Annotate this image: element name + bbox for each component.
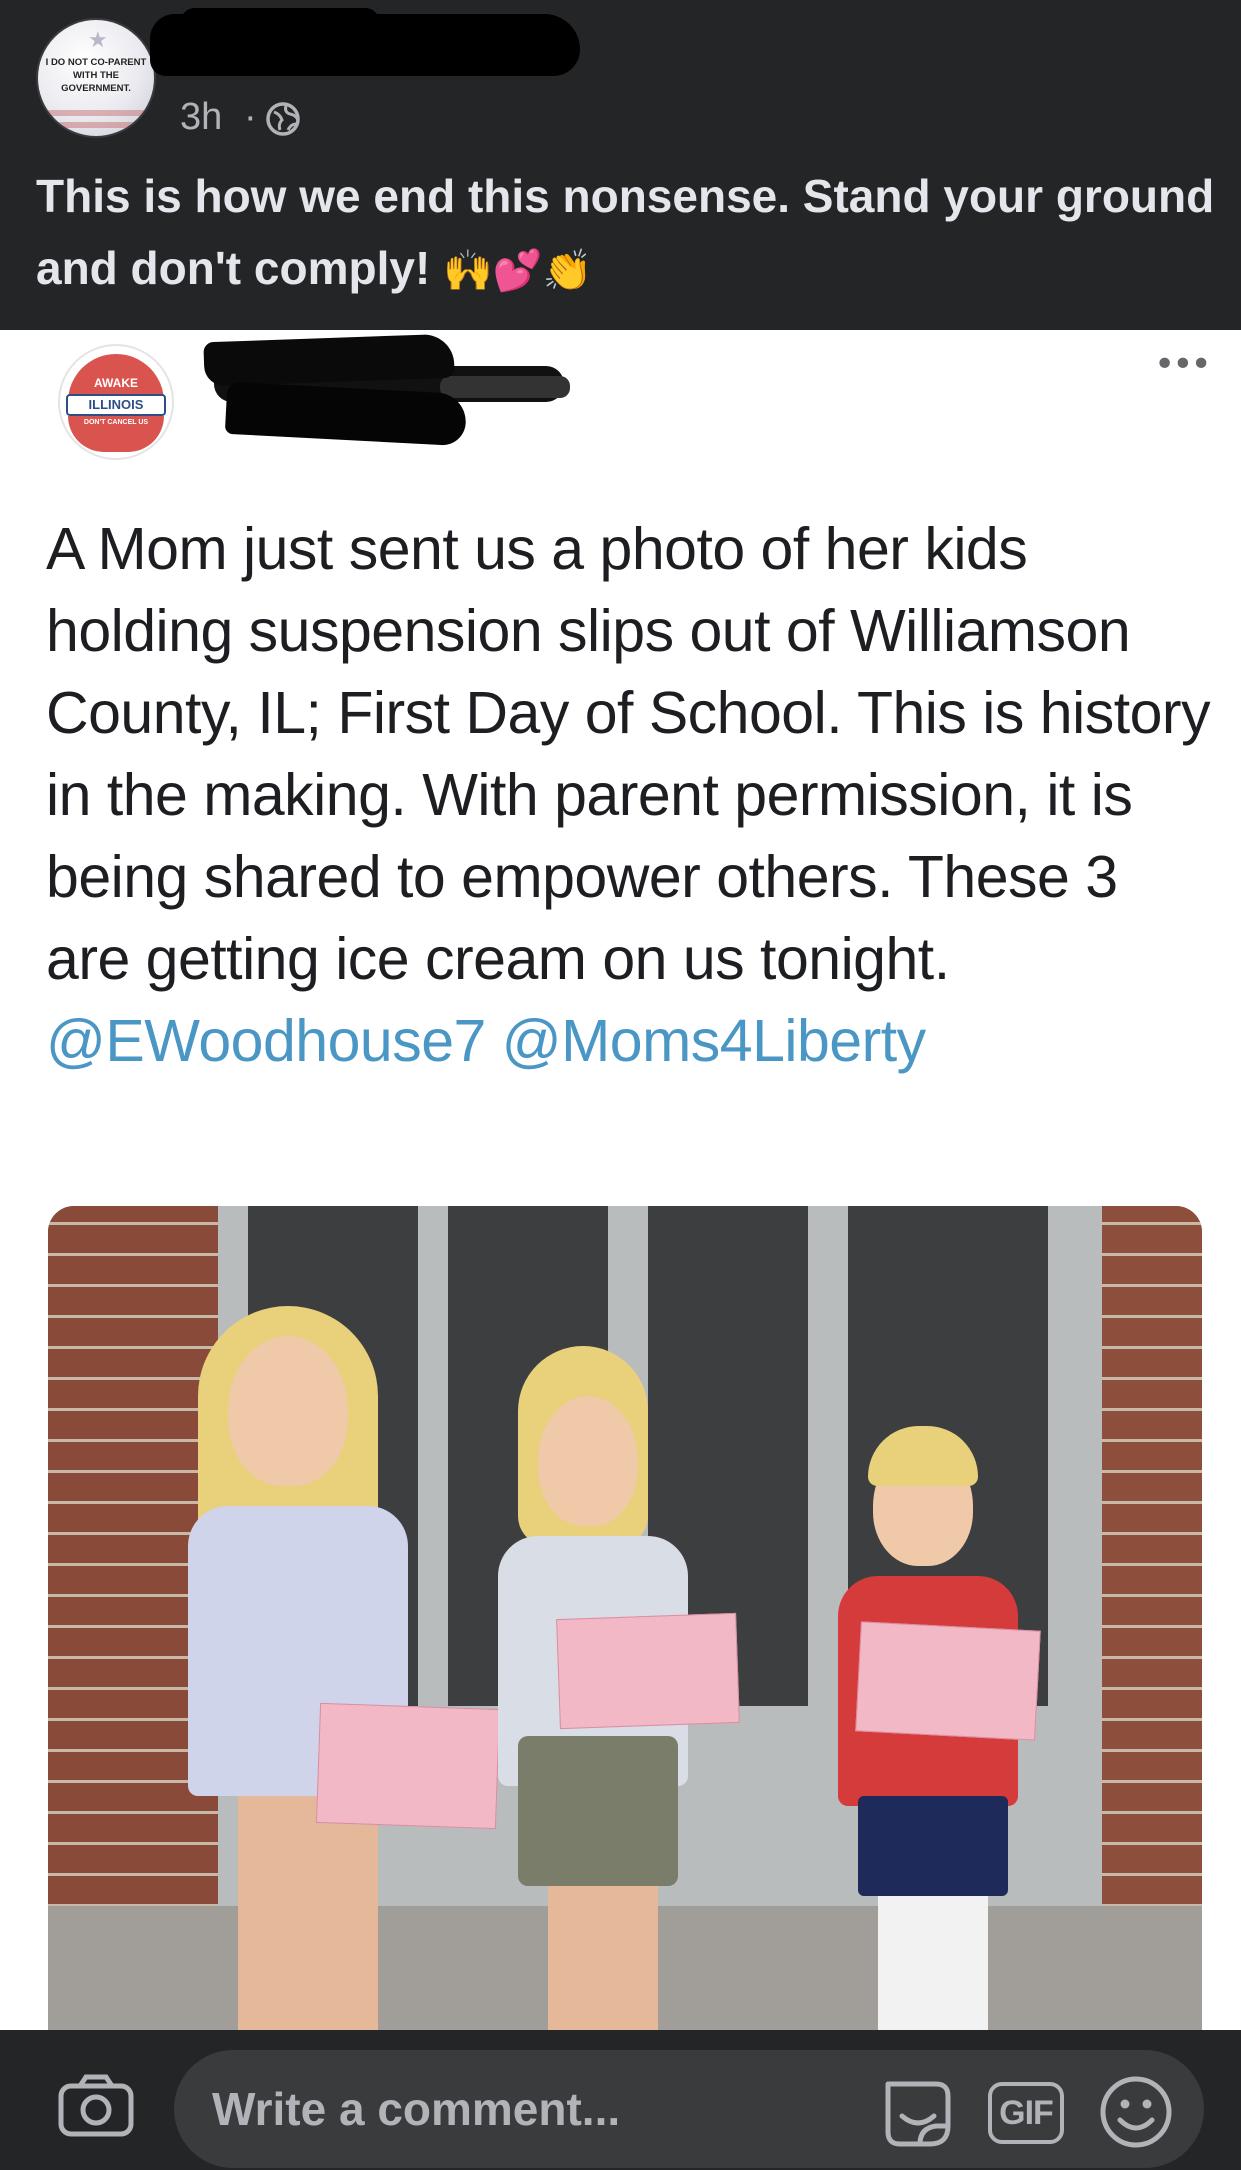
- gif-icon[interactable]: GIF: [988, 2082, 1064, 2144]
- two-hearts-icon: 💕: [492, 248, 543, 294]
- child-head: [228, 1336, 348, 1486]
- photo-brick-wall: [1102, 1206, 1202, 1966]
- redaction-mark: [224, 381, 468, 447]
- emoji-icon[interactable]: [1098, 2074, 1174, 2150]
- child-skirt: [518, 1736, 678, 1886]
- child-legs: [878, 1896, 988, 2030]
- suspension-slip: [556, 1612, 740, 1730]
- suspension-slip: [855, 1621, 1041, 1741]
- redacted-author-name: [150, 14, 580, 76]
- post-photo[interactable]: [48, 1206, 1202, 2030]
- separator-dot: ·: [244, 96, 257, 138]
- sticker-icon[interactable]: [880, 2074, 956, 2150]
- child-legs: [238, 1796, 378, 2030]
- child-legs: [548, 1886, 658, 2030]
- logo-text-bottom: DON'T CANCEL US: [83, 419, 149, 426]
- comment-bar: Write a comment... GIF: [0, 2030, 1241, 2170]
- shared-post-card[interactable]: AWAKE ILLINOIS DON'T CANCEL US ••• A Mom…: [0, 330, 1241, 2030]
- flag-stripe: [38, 110, 154, 116]
- camera-icon[interactable]: [58, 2074, 134, 2138]
- mention-links[interactable]: @EWoodhouse7 @Moms4Liberty: [46, 1008, 926, 1074]
- post-timestamp[interactable]: 3h: [180, 96, 222, 139]
- post-body: This is how we end this nonsense. Stand …: [36, 160, 1216, 307]
- shared-body-text: A Mom just sent us a photo of her kids h…: [46, 516, 1211, 992]
- post-header: ★ I DO NOT CO-PARENT WITH THE GOVERNMENT…: [0, 0, 1241, 330]
- post-text: This is how we end this nonsense. Stand …: [36, 170, 1215, 294]
- redacted-org-name: [203, 333, 455, 387]
- raising-hands-icon: 🙌: [443, 248, 493, 294]
- logo-text-top: AWAKE: [93, 376, 138, 390]
- flag-stripe: [38, 122, 154, 128]
- shared-post-text: A Mom just sent us a photo of her kids h…: [46, 508, 1216, 1082]
- comment-placeholder: Write a comment...: [212, 2083, 621, 2135]
- avatar-caption: I DO NOT CO-PARENT WITH THE GOVERNMENT.: [45, 57, 147, 94]
- organization-logo[interactable]: AWAKE ILLINOIS DON'T CANCEL US: [58, 344, 174, 460]
- logo-text-main: ILLINOIS: [88, 397, 144, 412]
- star-icon: ★: [88, 28, 108, 53]
- suspension-slip: [315, 1702, 501, 1830]
- clapping-hands-icon: 👏: [542, 248, 593, 294]
- redaction-mark: [440, 376, 570, 398]
- globe-icon[interactable]: [264, 100, 302, 138]
- more-horizontal-icon[interactable]: •••: [1154, 344, 1212, 385]
- child-head: [538, 1396, 638, 1526]
- author-avatar[interactable]: ★ I DO NOT CO-PARENT WITH THE GOVERNMENT…: [36, 18, 156, 138]
- child-shorts: [858, 1796, 1008, 1896]
